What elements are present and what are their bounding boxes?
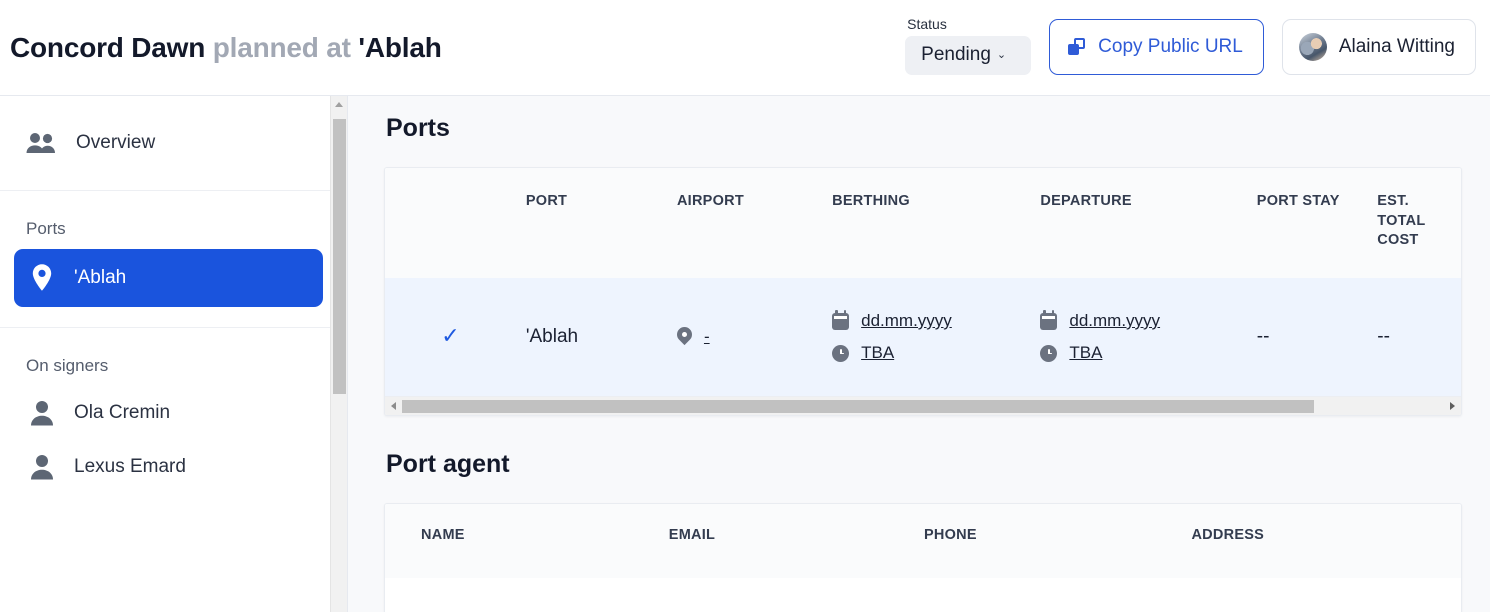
scroll-right-arrow-icon[interactable] bbox=[1444, 397, 1461, 415]
sidebar-heading-ports: Ports bbox=[26, 219, 66, 238]
sidebar: Overview Ports 'Ablah On signers Ola Cre… bbox=[0, 96, 348, 612]
sidebar-scrollbar-thumb[interactable] bbox=[333, 119, 346, 394]
ports-row-airport-cell: - bbox=[677, 278, 832, 396]
agent-col-name: NAME bbox=[421, 527, 465, 543]
agent-col-email: EMAIL bbox=[668, 527, 716, 543]
ports-row-port-stay-cell: -- bbox=[1256, 326, 1270, 347]
horizontal-scrollbar-track[interactable] bbox=[402, 399, 1444, 413]
ports-col-departure: DEPARTURE bbox=[1040, 193, 1132, 209]
ports-col-airport: AIRPORT bbox=[676, 193, 744, 209]
sidebar-item-signer-2-label: Lexus Emard bbox=[74, 456, 186, 477]
sidebar-item-signer-1-label: Ola Cremin bbox=[74, 402, 171, 423]
sidebar-item-signer-2[interactable]: Lexus Emard bbox=[0, 440, 347, 494]
ports-col-port-stay: PORT STAY bbox=[1256, 193, 1340, 209]
ports-table: PORT AIRPORT BERTHING DEPARTURE PORT STA… bbox=[385, 168, 1461, 396]
ports-col-est-total-cost: EST. TOTAL COST bbox=[1377, 193, 1426, 249]
berthing-date-link[interactable]: dd.mm.yyyy bbox=[861, 311, 952, 331]
ports-table-header-row: PORT AIRPORT BERTHING DEPARTURE PORT STA… bbox=[385, 168, 1461, 278]
copy-icon bbox=[1068, 38, 1086, 55]
app-body: Overview Ports 'Ablah On signers Ola Cre… bbox=[0, 96, 1490, 612]
user-name-label: Alaina Witting bbox=[1338, 36, 1455, 57]
sidebar-scrollbar[interactable] bbox=[330, 96, 347, 612]
check-icon: ✓ bbox=[441, 323, 460, 348]
status-value: Pending bbox=[921, 44, 991, 65]
user-menu-button[interactable]: Alaina Witting bbox=[1281, 19, 1476, 75]
port-agent-card: NAME EMAIL PHONE ADDRESS bbox=[384, 503, 1462, 612]
berthing-time-link[interactable]: TBA bbox=[861, 343, 894, 363]
page-title-port: 'Ablah bbox=[358, 31, 442, 63]
ports-col-berthing: BERTHING bbox=[832, 193, 910, 209]
table-row[interactable] bbox=[385, 578, 1461, 612]
avatar bbox=[1298, 33, 1327, 61]
sidebar-item-port-ablah[interactable]: 'Ablah bbox=[14, 249, 323, 307]
person-icon bbox=[31, 455, 53, 480]
ports-row-est-total-cost-cell: -- bbox=[1377, 326, 1390, 347]
scroll-left-arrow-icon[interactable] bbox=[385, 397, 402, 415]
table-row[interactable]: ✓ 'Ablah - dd.mm.yyyy TBA dd.mm.yyyy TBA… bbox=[385, 278, 1461, 396]
ports-row-departure-cell: dd.mm.yyyy TBA bbox=[1040, 278, 1256, 396]
copy-public-url-button[interactable]: Copy Public URL bbox=[1049, 19, 1264, 75]
calendar-icon bbox=[832, 310, 850, 330]
port-agent-table: NAME EMAIL PHONE ADDRESS bbox=[385, 504, 1461, 612]
agent-table-header-row: NAME EMAIL PHONE ADDRESS bbox=[385, 504, 1461, 578]
location-pin-icon bbox=[32, 264, 52, 291]
horizontal-scrollbar-thumb[interactable] bbox=[402, 399, 1314, 413]
sidebar-section-ports: Ports 'Ablah bbox=[0, 191, 347, 328]
location-pin-icon bbox=[677, 327, 692, 347]
departure-time-link[interactable]: TBA bbox=[1069, 343, 1102, 363]
agent-col-address: ADDRESS bbox=[1191, 527, 1265, 543]
page-title-middle: planned at bbox=[212, 31, 351, 63]
sidebar-item-overview[interactable]: Overview bbox=[0, 96, 347, 190]
ports-col-select bbox=[385, 168, 526, 278]
departure-date-link[interactable]: dd.mm.yyyy bbox=[1069, 311, 1160, 331]
ports-section-title: Ports bbox=[386, 114, 450, 142]
ports-col-port: PORT bbox=[525, 193, 568, 209]
ports-card: PORT AIRPORT BERTHING DEPARTURE PORT STA… bbox=[384, 167, 1462, 416]
page-title-vessel: Concord Dawn bbox=[10, 31, 206, 63]
status-block: Status Pending ⌄ bbox=[905, 16, 1032, 79]
sidebar-heading-signers: On signers bbox=[26, 356, 109, 375]
clock-icon bbox=[1040, 344, 1058, 362]
airport-link[interactable]: - bbox=[704, 327, 710, 347]
header-actions: Status Pending ⌄ Copy Public URL Alaina … bbox=[905, 16, 1478, 79]
status-dropdown[interactable]: Pending ⌄ bbox=[905, 36, 1032, 75]
sidebar-section-signers: On signers Ola Cremin Lexus Emard bbox=[0, 328, 347, 494]
page-title: Concord Dawn planned at 'Ablah bbox=[10, 31, 442, 63]
sidebar-section-overview: Overview bbox=[0, 96, 347, 191]
copy-public-url-label: Copy Public URL bbox=[1098, 35, 1243, 57]
main-content: Ports PORT AIRPORT BERTHING DEPARTURE PO… bbox=[348, 96, 1490, 612]
ports-row-select-cell[interactable]: ✓ bbox=[385, 278, 526, 396]
people-icon bbox=[26, 133, 55, 153]
status-label: Status bbox=[907, 16, 947, 32]
chevron-down-icon: ⌄ bbox=[996, 48, 1007, 61]
agent-col-phone: PHONE bbox=[924, 527, 977, 543]
ports-table-horizontal-scrollbar[interactable] bbox=[385, 396, 1461, 415]
sidebar-item-port-ablah-label: 'Ablah bbox=[74, 267, 127, 288]
clock-icon bbox=[832, 344, 850, 362]
app-header: Concord Dawn planned at 'Ablah Status Pe… bbox=[0, 0, 1490, 96]
ports-row-port-cell: 'Ablah bbox=[525, 326, 579, 347]
calendar-icon bbox=[1040, 310, 1058, 330]
ports-row-berthing-cell: dd.mm.yyyy TBA bbox=[832, 278, 1040, 396]
sidebar-item-overview-label: Overview bbox=[76, 132, 156, 153]
sidebar-item-signer-1[interactable]: Ola Cremin bbox=[0, 386, 347, 440]
person-icon bbox=[31, 401, 53, 426]
scroll-up-arrow-icon[interactable] bbox=[331, 96, 347, 113]
port-agent-section-title: Port agent bbox=[386, 450, 510, 478]
